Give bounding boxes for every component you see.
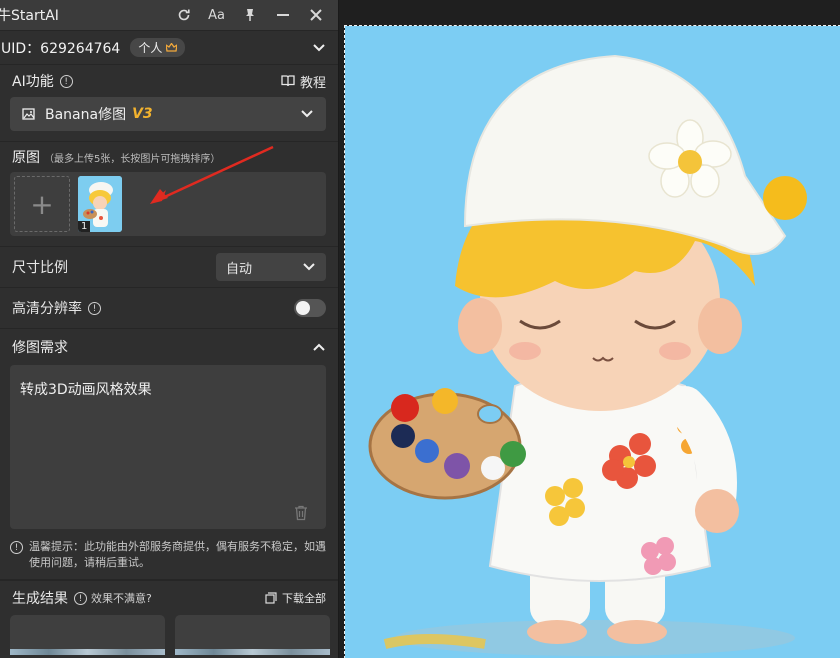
hd-resolution-label: 高清分辨率 [12, 301, 82, 317]
crown-icon [166, 43, 178, 52]
source-image-label: 原图 [12, 150, 40, 166]
results-label: 生成结果 [12, 591, 68, 607]
aspect-ratio-label: 尺寸比例 [12, 260, 68, 276]
aspect-ratio-select[interactable]: 自动 [216, 253, 326, 281]
ai-function-section: AI功能 ! 教程 Banana修图 V3 [0, 65, 338, 142]
ai-tool-select[interactable]: Banana修图 V3 [10, 97, 326, 131]
download-all-button[interactable]: 下载全部 [265, 590, 326, 606]
app-title: 牛StartAI [0, 8, 59, 24]
tutorial-link[interactable]: 教程 [281, 72, 326, 91]
source-image-hint: （最多上传5张，长按图片可拖拽排序） [44, 153, 221, 165]
chevron-down-icon[interactable] [312, 41, 326, 55]
close-icon[interactable] [299, 0, 332, 30]
download-all-label: 下载全部 [282, 592, 326, 605]
image-upload-area: + 1 [10, 172, 326, 236]
aspect-ratio-row: 尺寸比例 自动 [0, 247, 338, 288]
notice-text: 温馨提示：此功能由外部服务商提供，偶有服务不稳定，如遇使用问题，请稍后重试。 [29, 540, 326, 569]
plugin-panel: 牛StartAI Aa UID：629264764 个人 AI功能 ! 教程 B… [0, 0, 339, 658]
hd-resolution-row: 高清分辨率 ! [0, 288, 338, 329]
version-badge: V3 [132, 106, 153, 122]
help-icon[interactable]: ! [88, 301, 101, 315]
results-header: 生成结果 ! 效果不满意? 下载全部 [0, 581, 338, 615]
tutorial-label: 教程 [299, 75, 326, 91]
chibi-painter-illustration [345, 26, 840, 658]
uid-text: UID：629264764 [1, 40, 121, 57]
result-thumbnail[interactable] [175, 615, 330, 655]
image-thumbnail[interactable]: 1 [78, 176, 122, 232]
info-icon: ! [10, 541, 23, 554]
plan-badge: 个人 [130, 38, 186, 57]
feedback-link[interactable]: 效果不满意? [91, 590, 152, 606]
ai-function-label: AI功能 [12, 74, 54, 90]
font-size-icon[interactable]: Aa [200, 0, 233, 30]
edit-request-section: 修图需求 转成3D动画风格效果 ! 温馨提示：此功能由外部服务商提供，偶有服务不… [0, 329, 338, 581]
service-notice: ! 温馨提示：此功能由外部服务商提供，偶有服务不稳定，如遇使用问题，请稍后重试。 [0, 539, 338, 580]
refresh-icon[interactable] [167, 0, 200, 30]
pin-icon[interactable] [233, 0, 266, 30]
trash-icon[interactable] [294, 505, 308, 521]
chevron-down-icon [302, 260, 316, 274]
help-icon[interactable]: ! [74, 591, 87, 605]
aspect-ratio-value: 自动 [226, 261, 253, 277]
artwork-image[interactable] [344, 25, 840, 658]
hd-resolution-toggle[interactable] [294, 299, 326, 317]
add-image-button[interactable]: + [14, 176, 70, 232]
chevron-down-icon [300, 107, 314, 121]
plan-badge-label: 个人 [138, 41, 163, 55]
document-canvas [339, 0, 840, 658]
title-bar: 牛StartAI Aa [0, 0, 338, 31]
account-row[interactable]: UID：629264764 个人 [0, 31, 338, 65]
image-edit-icon [22, 107, 35, 120]
result-thumbnail[interactable] [10, 615, 165, 655]
minimize-icon[interactable] [266, 0, 299, 30]
help-icon[interactable]: ! [59, 74, 73, 88]
edit-request-label: 修图需求 [12, 340, 68, 356]
download-icon [265, 592, 277, 604]
edit-request-textarea[interactable]: 转成3D动画风格效果 [10, 365, 326, 529]
book-icon [281, 75, 295, 87]
chevron-up-icon[interactable] [312, 340, 326, 354]
source-image-section: 原图 （最多上传5张，长按图片可拖拽排序） + 1 [0, 142, 338, 247]
results-grid [0, 615, 338, 655]
edit-request-text: 转成3D动画风格效果 [20, 382, 152, 398]
thumbnail-index: 1 [78, 221, 91, 232]
ai-tool-name: Banana修图 [45, 107, 127, 123]
